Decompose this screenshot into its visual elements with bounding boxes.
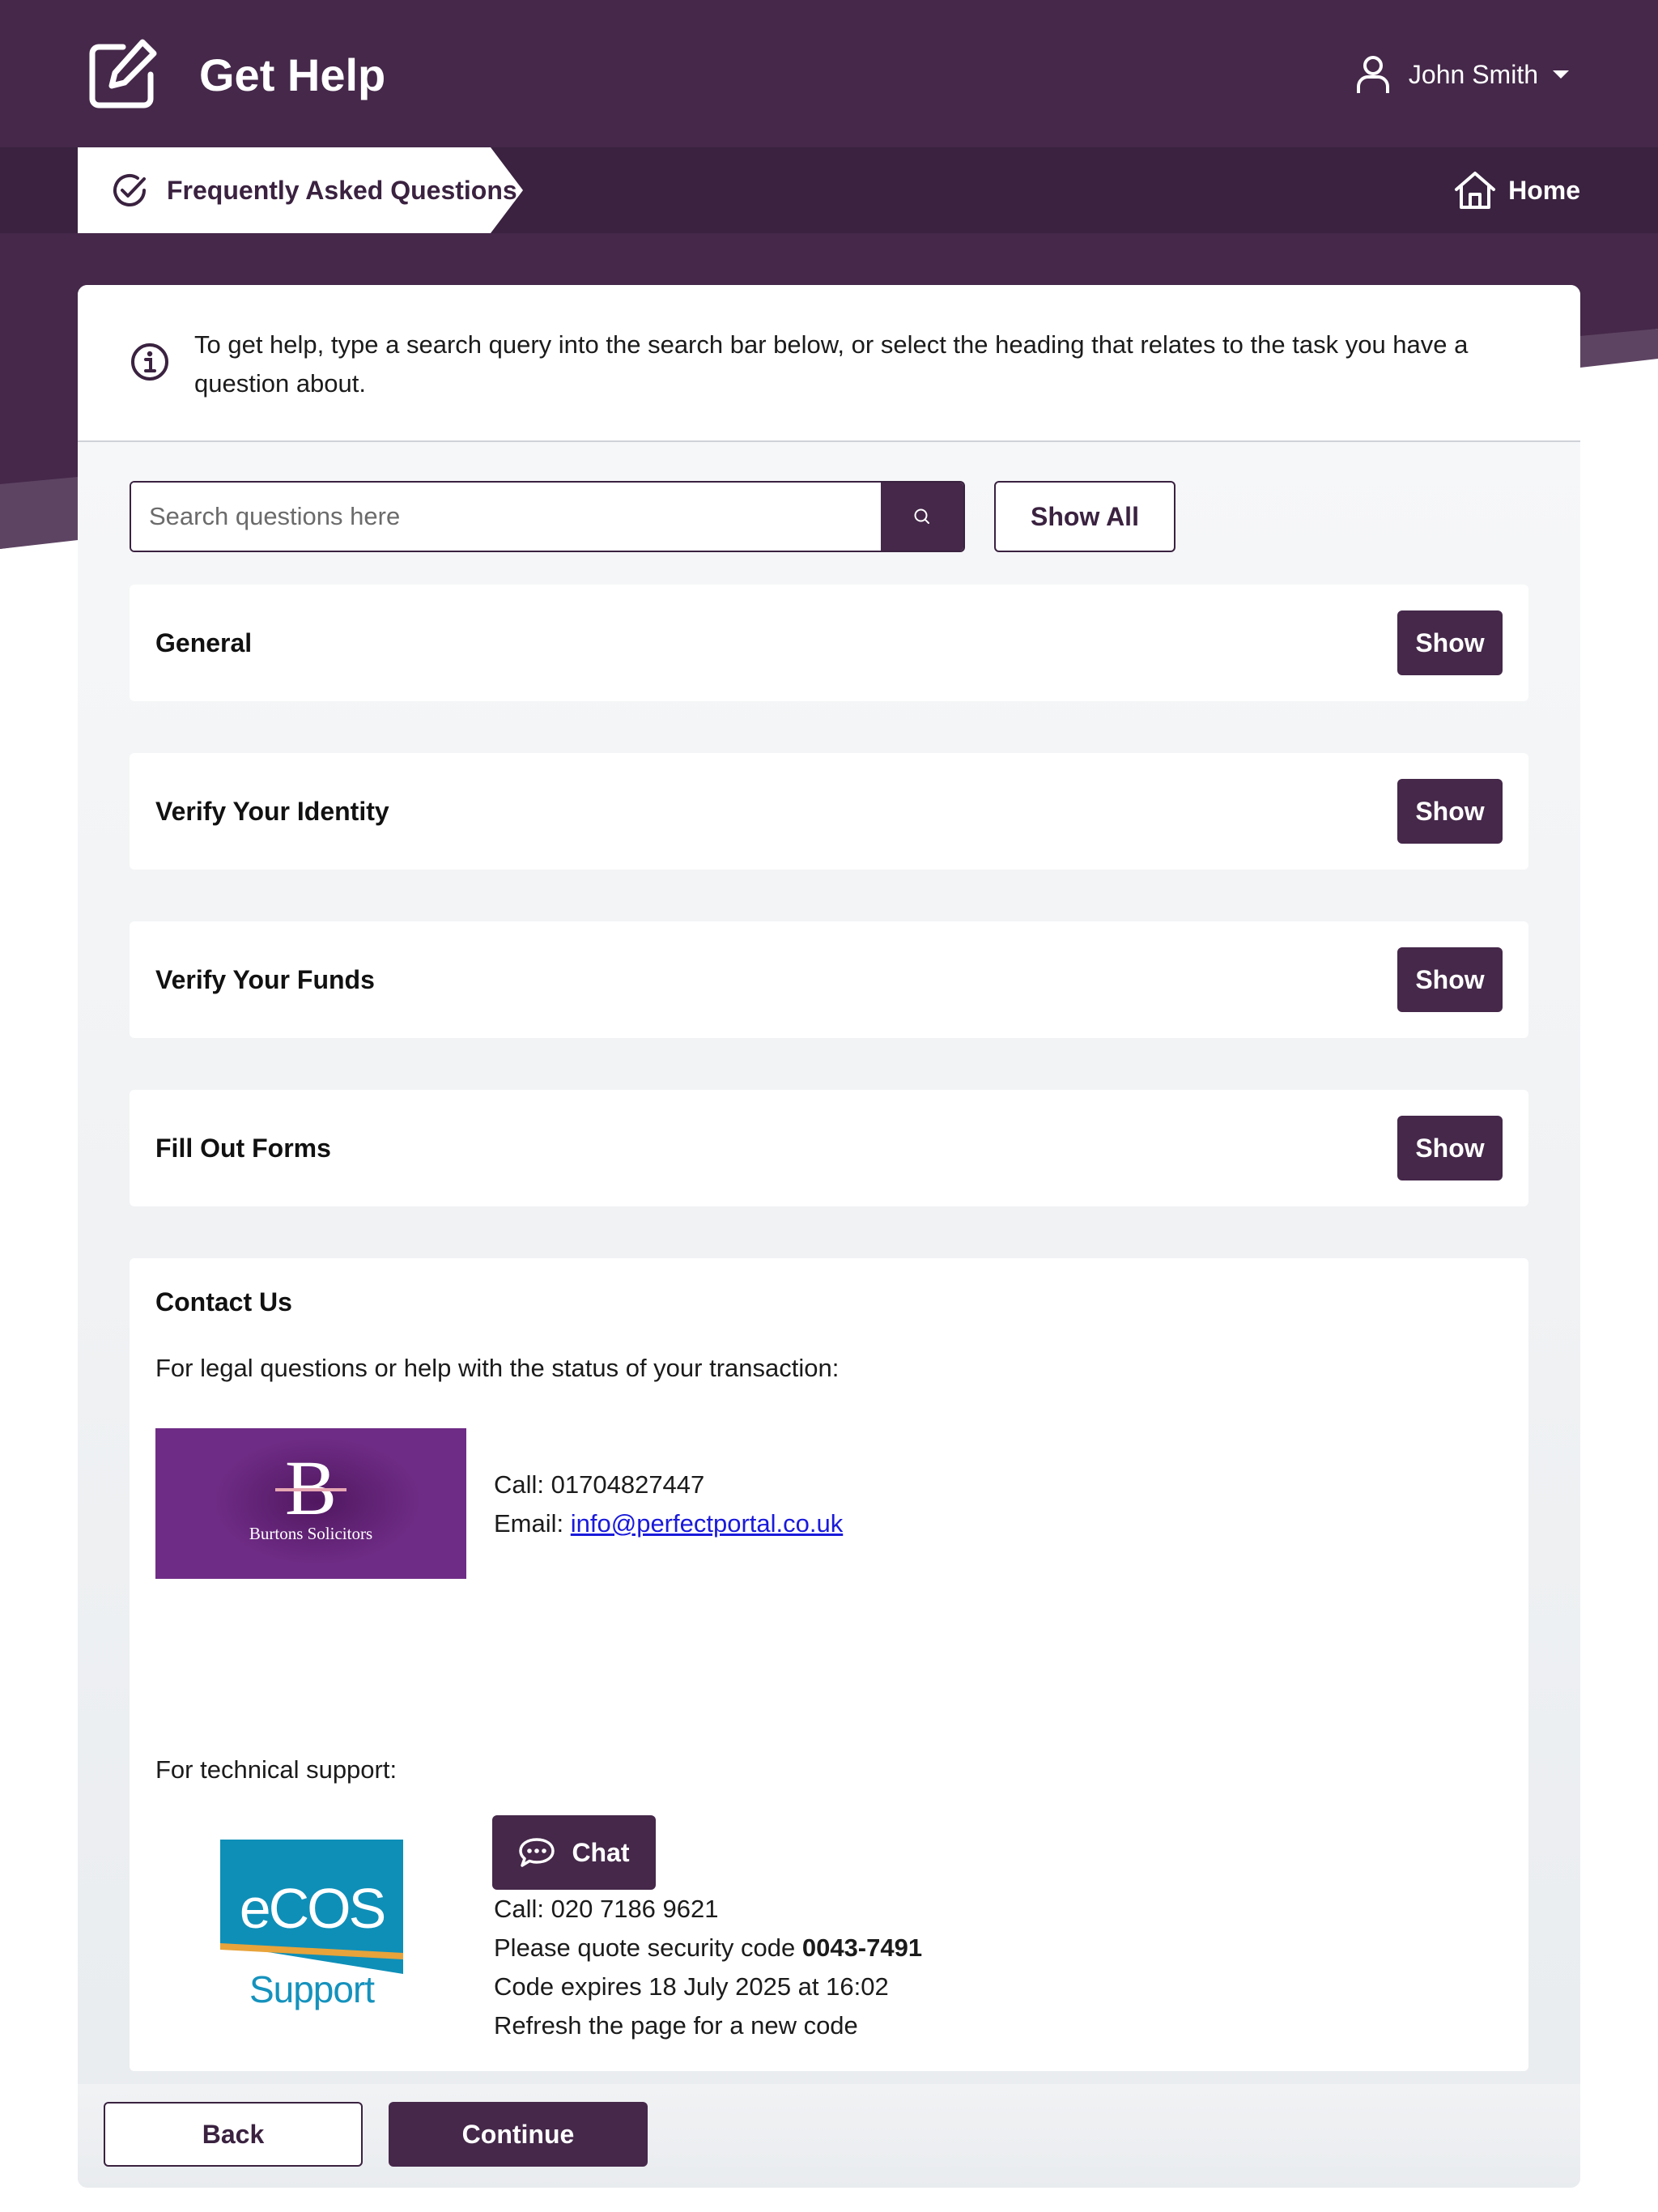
home-icon	[1455, 172, 1496, 209]
security-code-label: Please quote security code	[494, 1933, 802, 1962]
home-link[interactable]: Home	[1453, 147, 1580, 233]
user-icon	[1356, 56, 1389, 93]
user-menu[interactable]: John Smith	[1355, 49, 1569, 100]
ecos-logo-text: eCOS	[239, 1877, 387, 1940]
faq-section-general: General Show	[130, 585, 1528, 701]
email-link[interactable]: info@perfectportal.co.uk	[571, 1509, 843, 1538]
search-icon	[914, 508, 929, 524]
user-name: John Smith	[1408, 59, 1538, 89]
app-title: Get Help	[199, 49, 386, 100]
security-code: 0043-7491	[801, 1933, 923, 1962]
chat-bubble-icon	[519, 1838, 555, 1867]
burtons-solicitors-logo: B Burtons Solicitors	[155, 1428, 466, 1579]
section-title: Verify Your Identity	[155, 797, 389, 826]
edit-square-icon	[89, 39, 157, 108]
logo-name: Burtons Solicitors	[249, 1524, 373, 1543]
contact-us-panel: Contact Us For legal questions or help w…	[130, 1258, 1528, 2071]
search-input[interactable]	[131, 483, 887, 551]
support-phone: Call: 020 7186 9621	[494, 1895, 719, 1923]
email-label: Email:	[494, 1509, 571, 1538]
security-code-line: Please quote security code 0043-7491	[494, 1929, 922, 1967]
chat-label: Chat	[572, 1837, 630, 1867]
search-button[interactable]	[881, 483, 963, 551]
section-title: General	[155, 628, 253, 657]
faq-body: Show All General Show Verify Your Identi…	[78, 442, 1580, 2188]
home-label: Home	[1508, 175, 1580, 205]
show-all-button[interactable]: Show All	[994, 481, 1175, 552]
section-title: Fill Out Forms	[155, 1134, 331, 1163]
faq-section-fill-forms: Fill Out Forms Show	[130, 1090, 1528, 1206]
info-banner: To get help, type a search query into th…	[78, 285, 1580, 442]
section-title: Verify Your Funds	[155, 965, 375, 994]
breadcrumb[interactable]: Frequently Asked Questions	[78, 147, 523, 233]
back-button[interactable]: Back	[104, 2102, 363, 2167]
breadcrumb-label: Frequently Asked Questions	[167, 175, 517, 205]
faq-section-verify-funds: Verify Your Funds Show	[130, 921, 1528, 1038]
continue-button[interactable]: Continue	[389, 2102, 648, 2167]
faq-section-verify-identity: Verify Your Identity Show	[130, 753, 1528, 870]
legal-intro: For legal questions or help with the sta…	[155, 1354, 840, 1382]
check-circle-icon	[113, 173, 146, 206]
code-expiry: Code expires 18 July 2025 at 16:02	[494, 1972, 889, 2001]
ecos-logo-subtext: Support	[249, 1968, 375, 2010]
show-fill-forms-button[interactable]: Show	[1397, 1116, 1503, 1180]
refresh-note: Refresh the page for a new code	[494, 2011, 858, 2040]
tech-intro: For technical support:	[155, 1755, 397, 1784]
footer-actions: Back Continue	[78, 2084, 1580, 2188]
show-general-button[interactable]: Show	[1397, 610, 1503, 675]
faq-card: To get help, type a search query into th…	[78, 285, 1580, 2188]
chat-button[interactable]: Chat	[492, 1815, 656, 1890]
info-icon	[131, 343, 168, 381]
show-verify-funds-button[interactable]: Show	[1397, 947, 1503, 1012]
search-bar	[130, 481, 965, 552]
contact-title: Contact Us	[155, 1287, 292, 1317]
chevron-down-icon	[1553, 70, 1569, 79]
info-text: To get help, type a search query into th…	[194, 330, 1469, 398]
solicitor-phone: Call: 01704827447	[494, 1470, 705, 1499]
show-verify-identity-button[interactable]: Show	[1397, 779, 1503, 844]
ecos-support-logo: eCOS Support	[220, 1840, 403, 2010]
solicitor-email: Email: info@perfectportal.co.uk	[494, 1504, 843, 1543]
